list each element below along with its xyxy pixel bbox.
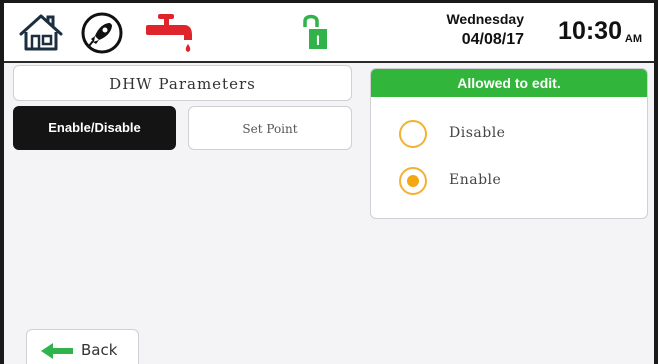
lock-letter: I — [316, 32, 320, 48]
disable-option[interactable]: Disable — [399, 119, 599, 153]
tab-enable-disable[interactable]: Enable/Disable — [13, 106, 176, 150]
edit-panel: Allowed to edit. Disable Enable — [370, 68, 648, 219]
back-label: Back — [81, 341, 118, 359]
enable-option[interactable]: Enable — [399, 166, 599, 200]
panel-header: Allowed to edit. — [371, 69, 647, 97]
screen: I Wednesday 04/08/17 10:30 AM DHW Parame… — [4, 3, 654, 364]
tab-set-point[interactable]: Set Point — [188, 106, 352, 150]
ampm-label: AM — [624, 33, 642, 45]
enable-radio[interactable] — [399, 167, 427, 195]
rocket-icon[interactable] — [80, 11, 124, 55]
disable-label: Disable — [449, 125, 506, 141]
faucet-icon[interactable] — [144, 11, 198, 55]
date-label: 04/08/17 — [461, 31, 524, 48]
disable-radio[interactable] — [399, 120, 427, 148]
status-bar: I Wednesday 04/08/17 10:30 AM — [4, 3, 654, 63]
lock-icon: I — [303, 14, 327, 49]
time-label: 10:30 — [558, 17, 622, 45]
enable-label: Enable — [449, 172, 502, 188]
back-button[interactable]: Back — [26, 329, 139, 364]
day-label: Wednesday — [446, 11, 524, 27]
home-icon[interactable] — [18, 12, 64, 52]
page-title: DHW Parameters — [13, 65, 352, 101]
arrow-left-icon — [41, 343, 73, 359]
radio-selected-dot — [407, 175, 419, 187]
